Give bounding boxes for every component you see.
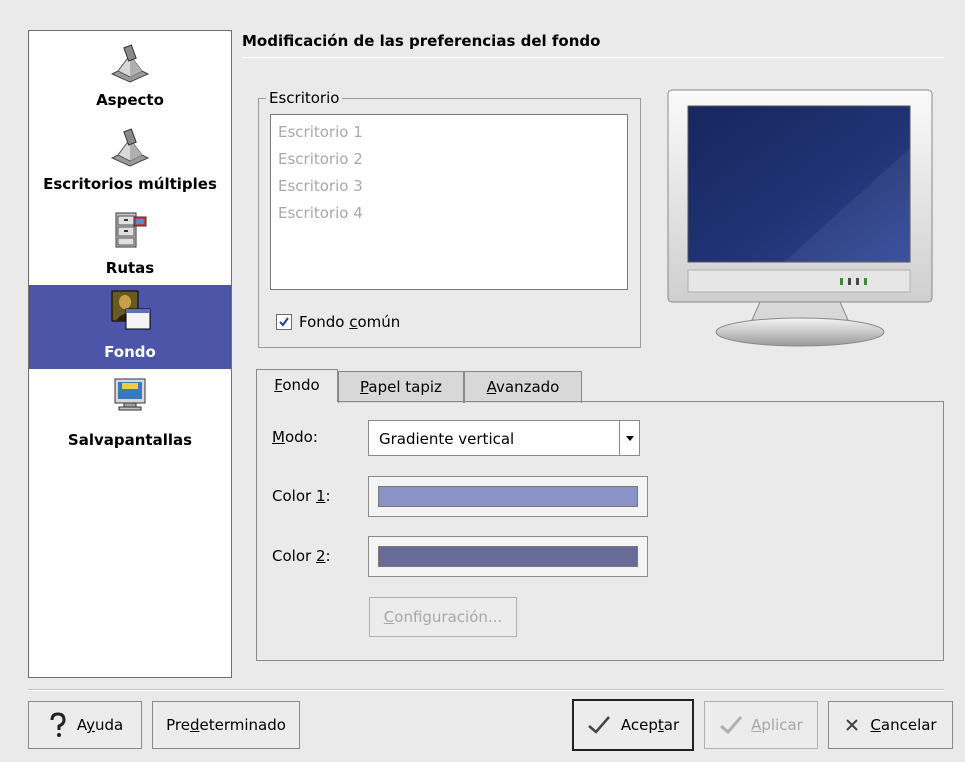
sidebar-item-label: Rutas	[105, 259, 155, 277]
sidebar-item-fondo[interactable]: Fondo	[29, 285, 231, 369]
sidebar-item-aspecto[interactable]: Aspecto	[29, 31, 231, 115]
list-item[interactable]: Escritorio 2	[278, 150, 363, 168]
apply-button[interactable]: Aplicar	[704, 701, 818, 749]
list-item[interactable]: Escritorio 3	[278, 177, 363, 195]
color2-picker-button[interactable]	[368, 536, 648, 577]
sidebar-item-label: Salvapantallas	[67, 431, 193, 449]
sidebar-item-salvapantallas[interactable]: Salvapantallas	[29, 369, 231, 453]
check-icon	[279, 317, 289, 327]
help-icon	[50, 712, 66, 737]
list-item[interactable]: Escritorio 4	[278, 204, 363, 222]
sidebar: Aspecto Escritorios múltiples Rutas Fond…	[28, 30, 232, 678]
sidebar-item-label: Escritorios múltiples	[43, 175, 217, 193]
background-icon	[111, 290, 151, 330]
defaults-button[interactable]: Predeterminado	[152, 701, 300, 749]
sidebar-item-label: Fondo	[104, 343, 156, 361]
desktop-group-legend: Escritorio	[266, 89, 343, 107]
tab-papel-tapiz[interactable]: Papel tapiz	[338, 371, 464, 403]
configuration-button[interactable]: Configuración...	[369, 597, 517, 637]
ok-button[interactable]: Aceptar	[572, 699, 694, 751]
title-divider	[242, 57, 944, 58]
color2-label: Color 2:	[272, 547, 331, 565]
help-button[interactable]: Ayuda	[28, 701, 142, 749]
sidebar-item-escritorios-multiples[interactable]: Escritorios múltiples	[29, 115, 231, 199]
checkmark-icon	[588, 716, 610, 734]
sidebar-item-label: Aspecto	[96, 91, 164, 109]
color1-label: Color 1:	[272, 487, 331, 505]
common-background-checkbox[interactable]: Fondo común	[276, 313, 400, 331]
close-icon	[846, 719, 859, 731]
workspaces-icon	[110, 128, 150, 167]
dropdown-separator	[619, 421, 620, 455]
sidebar-item-rutas[interactable]: Rutas	[29, 199, 231, 285]
color1-picker-button[interactable]	[368, 476, 648, 517]
checkmark-icon	[720, 716, 743, 735]
page-title: Modificación de las preferencias del fon…	[242, 32, 601, 50]
color1-swatch	[378, 486, 638, 507]
tab-fondo[interactable]: Fondo	[256, 369, 338, 402]
screensaver-icon	[114, 378, 146, 411]
cancel-button[interactable]: Cancelar	[828, 701, 953, 749]
monitor-preview-icon	[667, 89, 933, 347]
appearance-icon	[110, 44, 150, 83]
mode-value: Gradiente vertical	[379, 430, 515, 448]
file-cabinet-icon	[115, 212, 147, 248]
list-item[interactable]: Escritorio 1	[278, 123, 363, 141]
mode-dropdown[interactable]: Gradiente vertical	[368, 420, 640, 456]
color2-swatch	[378, 546, 638, 567]
checkbox-box[interactable]	[276, 314, 292, 330]
mode-label: Modo:	[272, 428, 318, 446]
common-background-label: Fondo común	[299, 313, 401, 331]
tab-avanzado[interactable]: Avanzado	[464, 371, 582, 403]
chevron-down-icon	[626, 436, 634, 441]
button-bar-divider	[28, 689, 944, 691]
desktop-list[interactable]: Escritorio 1 Escritorio 2 Escritorio 3 E…	[270, 114, 628, 290]
